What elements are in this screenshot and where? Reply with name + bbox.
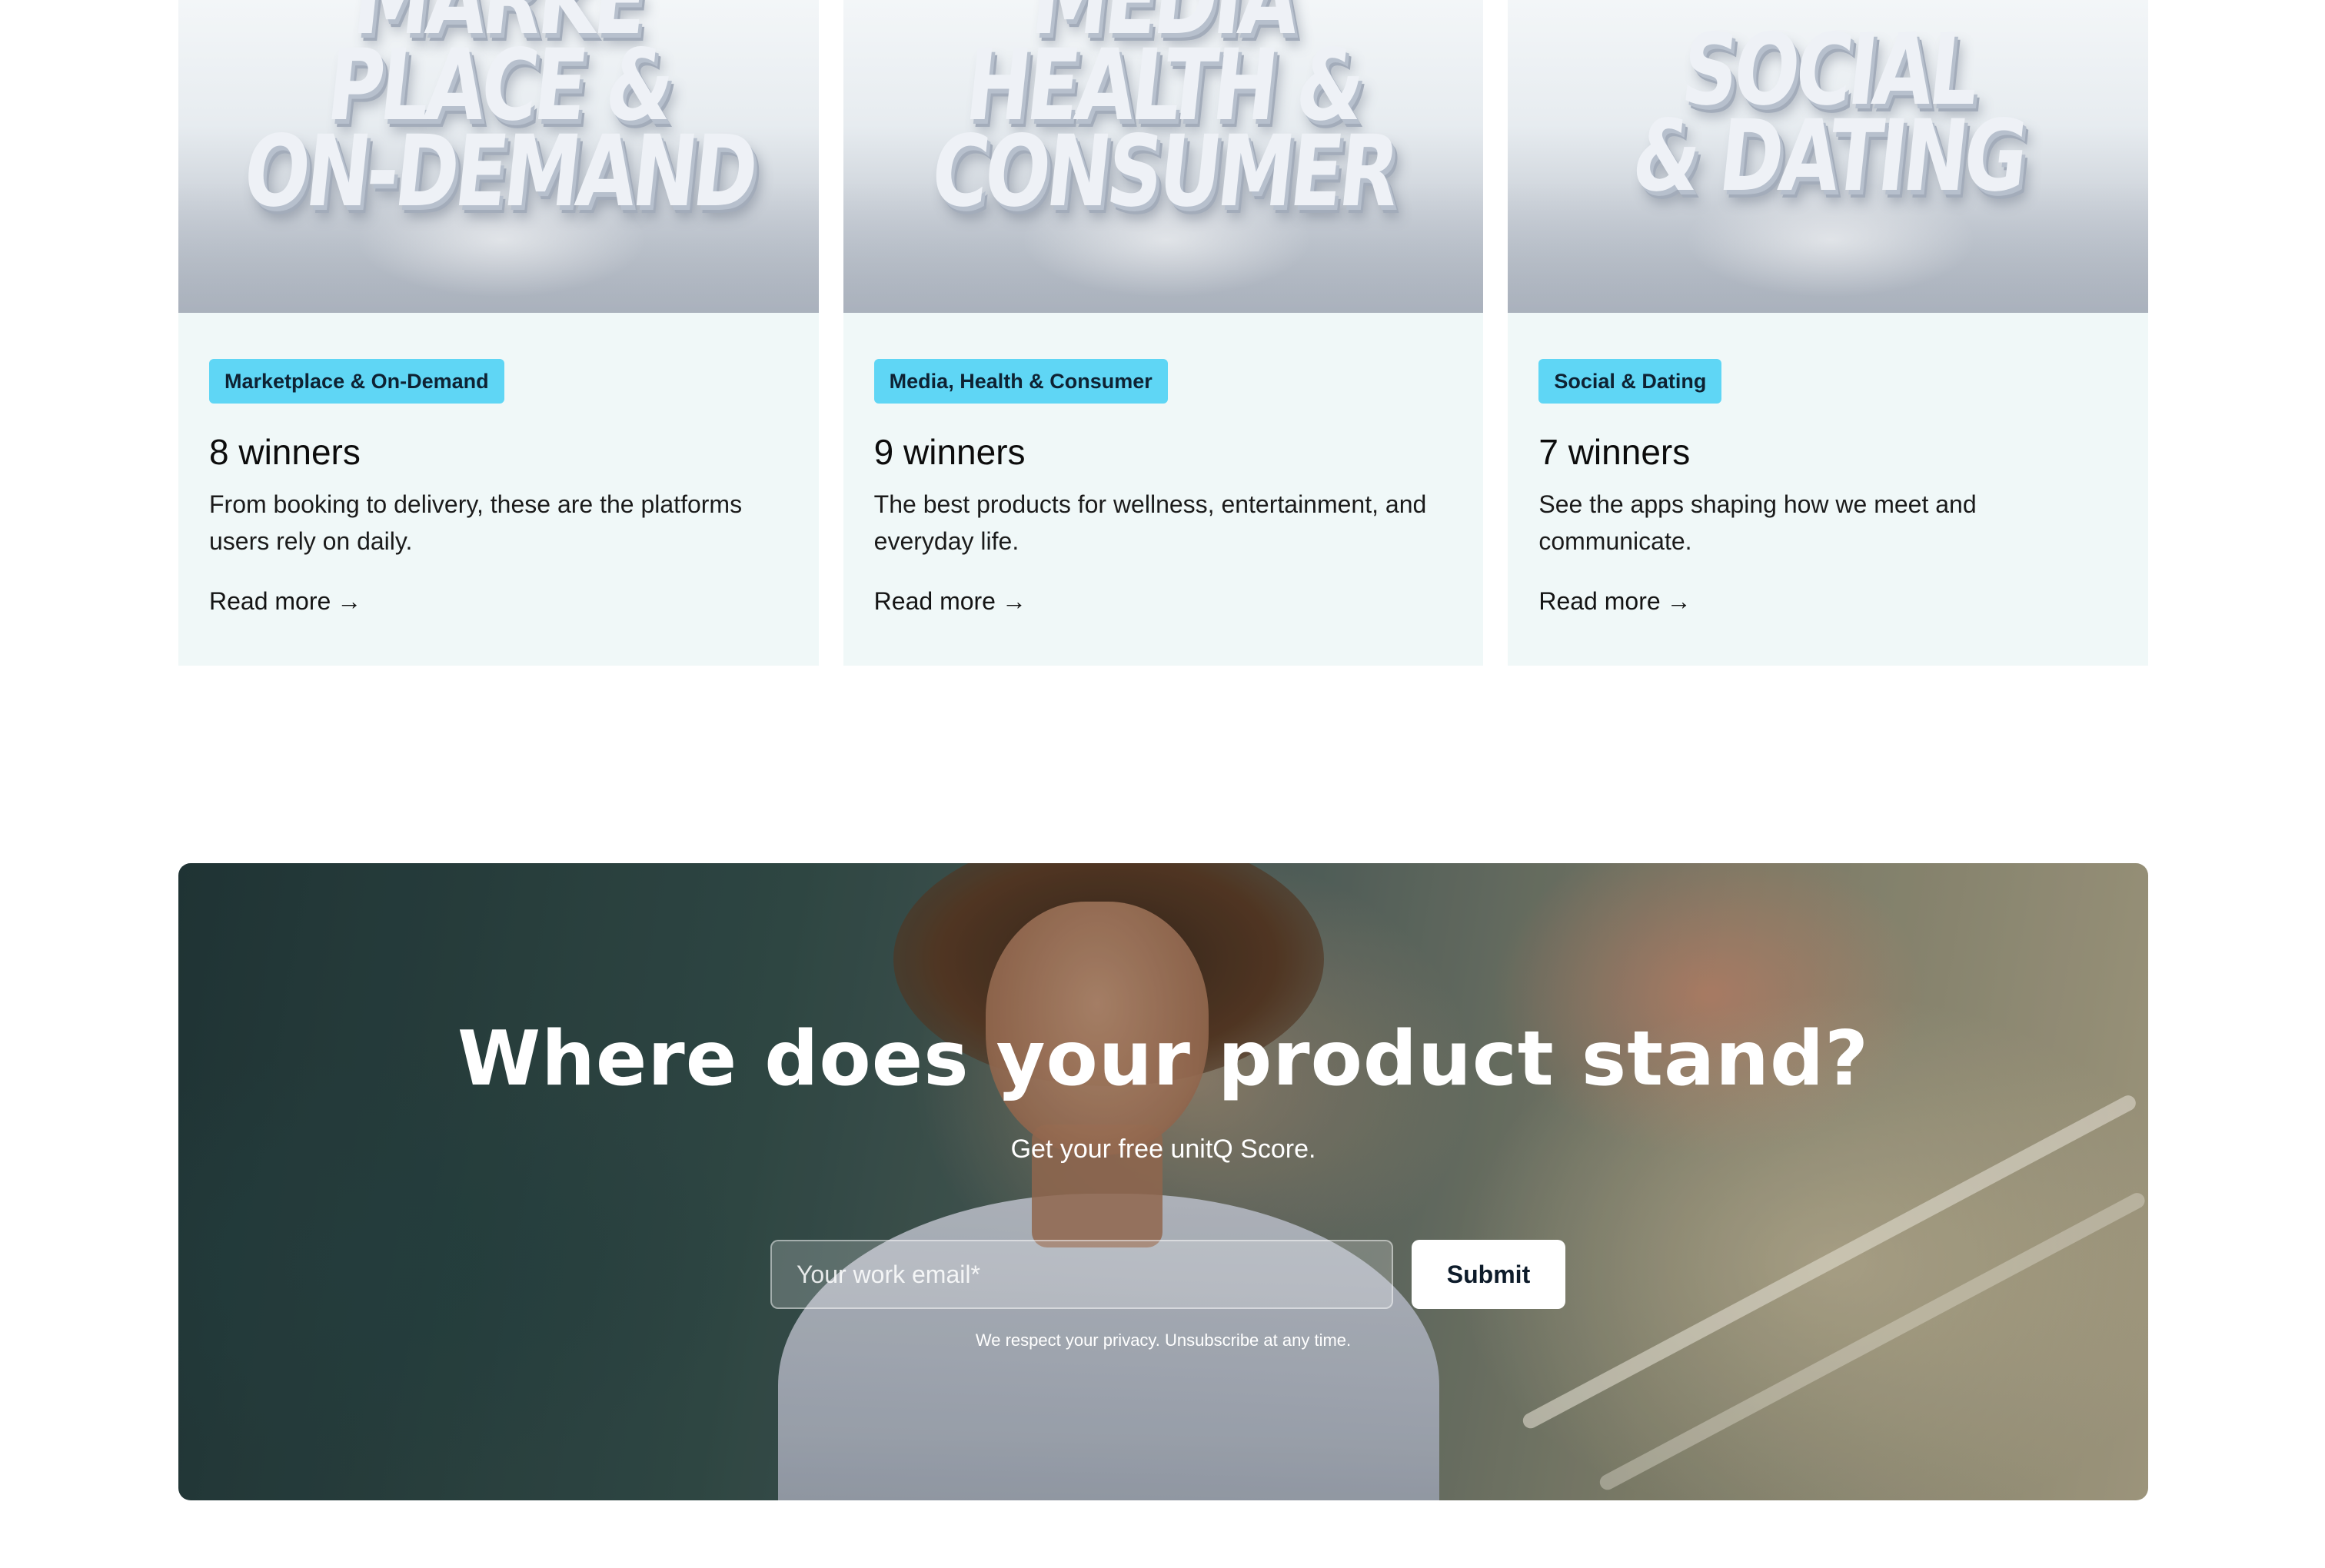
read-more-link[interactable]: Read more → [1538,583,1691,620]
cta-banner: Where does your product stand? Get your … [178,863,2148,1500]
read-more-label: Read more [1538,587,1661,615]
card-description: See the apps shaping how we meet and com… [1538,490,1977,555]
cta-title: Where does your product stand? [457,1015,1869,1103]
read-more-link[interactable]: Read more → [209,583,361,620]
card-description: From booking to delivery, these are the … [209,490,743,555]
privacy-note: We respect your privacy. Unsubscribe at … [975,1330,1352,1350]
arrow-right-icon: → [1001,587,1026,615]
submit-button[interactable]: Submit [1412,1240,1565,1309]
image-word: ON-DEMAND [238,115,760,229]
card-image-marketplace: MARKE PLACE & ON-DEMAND [178,0,819,313]
cta-subtitle: Get your free unitQ Score. [1010,1134,1316,1164]
category-tag[interactable]: Social & Dating [1538,359,1722,404]
image-word: CONSUMER [926,115,1402,229]
winners-count: 8 winners [209,432,361,472]
winners-count: 9 winners [873,432,1026,472]
read-more-label: Read more [209,587,331,615]
category-cards: MARKE PLACE & ON-DEMAND Marketplace & On… [178,0,2149,666]
image-word-art: MARKE PLACE & ON-DEMAND [178,0,819,229]
card-image-social-dating: SOCIAL & DATING [1508,0,2149,313]
category-card-marketplace[interactable]: MARKE PLACE & ON-DEMAND Marketplace & On… [178,0,819,666]
read-more-label: Read more [873,587,996,615]
arrow-right-icon: → [1666,587,1691,615]
category-tag[interactable]: Media, Health & Consumer [873,359,1168,404]
email-field[interactable] [770,1240,1393,1309]
image-word: & DATING [1627,99,2030,214]
category-card-media-health[interactable]: MEDIA HEALTH & CONSUMER Media, Health & … [843,0,1484,666]
winners-count: 7 winners [1538,432,1691,472]
image-word-art: SOCIAL & DATING [1508,0,2148,214]
arrow-right-icon: → [337,587,362,615]
category-card-social-dating[interactable]: SOCIAL & DATING Social & Dating 7 winner… [1508,0,2149,666]
category-tag[interactable]: Marketplace & On-Demand [209,359,504,404]
image-word-art: MEDIA HEALTH & CONSUMER [843,0,1484,229]
card-image-media-health: MEDIA HEALTH & CONSUMER [843,0,1484,313]
read-more-link[interactable]: Read more → [874,583,1026,620]
card-description: The best products for wellness, entertai… [873,490,1427,555]
